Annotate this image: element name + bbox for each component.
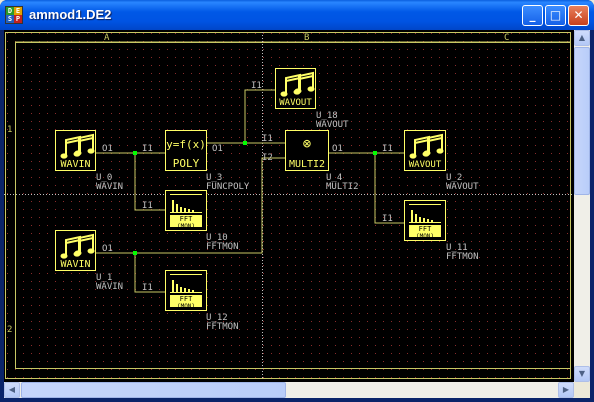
scrollbar-corner <box>574 382 590 398</box>
scroll-up-button[interactable]: ▲ <box>574 30 590 46</box>
block-label: WAVIN <box>60 259 90 270</box>
row-label-1: 1 <box>7 125 12 135</box>
port-label: I1 <box>382 214 393 224</box>
port-label: I1 <box>262 134 273 144</box>
app-icon-letter: D <box>6 7 14 15</box>
block-sublabel: (MON) <box>416 233 434 240</box>
minimize-button[interactable]: _ <box>522 5 543 26</box>
app-icon-letter: P <box>14 15 22 23</box>
vertical-scroll-thumb[interactable] <box>574 47 590 195</box>
window-title: ammod1.DE2 <box>29 7 112 22</box>
port-label: O1 <box>212 144 223 154</box>
block-caption: WAVIN <box>96 282 123 292</box>
scroll-left-button[interactable]: ◀ <box>4 382 20 398</box>
function-icon: y=f(x) <box>166 138 206 151</box>
block-label: FFT <box>180 295 193 303</box>
port-label: O1 <box>102 144 113 154</box>
app-icon-letter: S <box>6 15 14 23</box>
port-label: I1 <box>142 201 153 211</box>
block-label: POLY <box>173 157 200 170</box>
block-label: FFT <box>419 225 432 233</box>
row-label-2: 2 <box>7 325 12 335</box>
junction-dot <box>373 151 377 155</box>
horizontal-scrollbar[interactable]: ◀ ▶ <box>4 382 574 398</box>
block-caption: FFTMON <box>446 252 479 262</box>
port-label: I1 <box>142 283 153 293</box>
block-caption: WAVIN <box>96 182 123 192</box>
port-label: O1 <box>332 144 343 154</box>
horizontal-scroll-thumb[interactable] <box>21 382 286 398</box>
block-caption: FUNCPOLY <box>206 182 250 192</box>
block-caption: WAVOUT <box>446 182 479 192</box>
schematic-canvas[interactable]: A B C 1 2 WAVIN O1 U_0 WAVIN WAVIN O1 U_… <box>4 30 574 382</box>
title-bar[interactable]: D E S P ammod1.DE2 _ □ ✕ <box>0 0 594 30</box>
block-caption: FFTMON <box>206 242 239 252</box>
port-label: I2 <box>262 153 273 163</box>
block-caption: MULTI2 <box>326 182 359 192</box>
app-window: D E S P ammod1.DE2 _ □ ✕ A B C 1 2 WAVIN… <box>0 0 594 402</box>
scroll-down-button[interactable]: ▼ <box>574 366 590 382</box>
vertical-scrollbar[interactable]: ▲ ▼ <box>574 30 590 382</box>
block-label: MULTI2 <box>289 159 325 170</box>
app-icon-letter: E <box>14 7 22 15</box>
port-label: O1 <box>102 244 113 254</box>
port-label: I1 <box>142 144 153 154</box>
block-label: FFT <box>180 215 193 223</box>
client-area: A B C 1 2 WAVIN O1 U_0 WAVIN WAVIN O1 U_… <box>4 30 590 398</box>
column-label-a: A <box>104 33 110 43</box>
column-label-b: B <box>304 33 309 43</box>
block-label: WAVOUT <box>279 98 312 108</box>
block-label: WAVOUT <box>409 160 442 170</box>
block-label: WAVIN <box>60 159 90 170</box>
maximize-button[interactable]: □ <box>545 5 566 26</box>
port-label: I1 <box>251 81 262 91</box>
junction-dot <box>243 141 247 145</box>
multiply-icon: ⊗ <box>303 136 312 152</box>
junction-dot <box>133 151 137 155</box>
close-button[interactable]: ✕ <box>568 5 589 26</box>
block-sublabel: (MON) <box>177 303 195 310</box>
block-sublabel: (MON) <box>177 223 195 230</box>
junction-dot <box>133 251 137 255</box>
block-caption: WAVOUT <box>316 120 349 130</box>
scroll-right-button[interactable]: ▶ <box>558 382 574 398</box>
column-label-c: C <box>504 33 509 43</box>
app-icon[interactable]: D E S P <box>5 6 23 24</box>
block-caption: FFTMON <box>206 322 239 332</box>
schematic-svg[interactable]: A B C 1 2 WAVIN O1 U_0 WAVIN WAVIN O1 U_… <box>4 30 574 382</box>
port-label: I1 <box>382 144 393 154</box>
